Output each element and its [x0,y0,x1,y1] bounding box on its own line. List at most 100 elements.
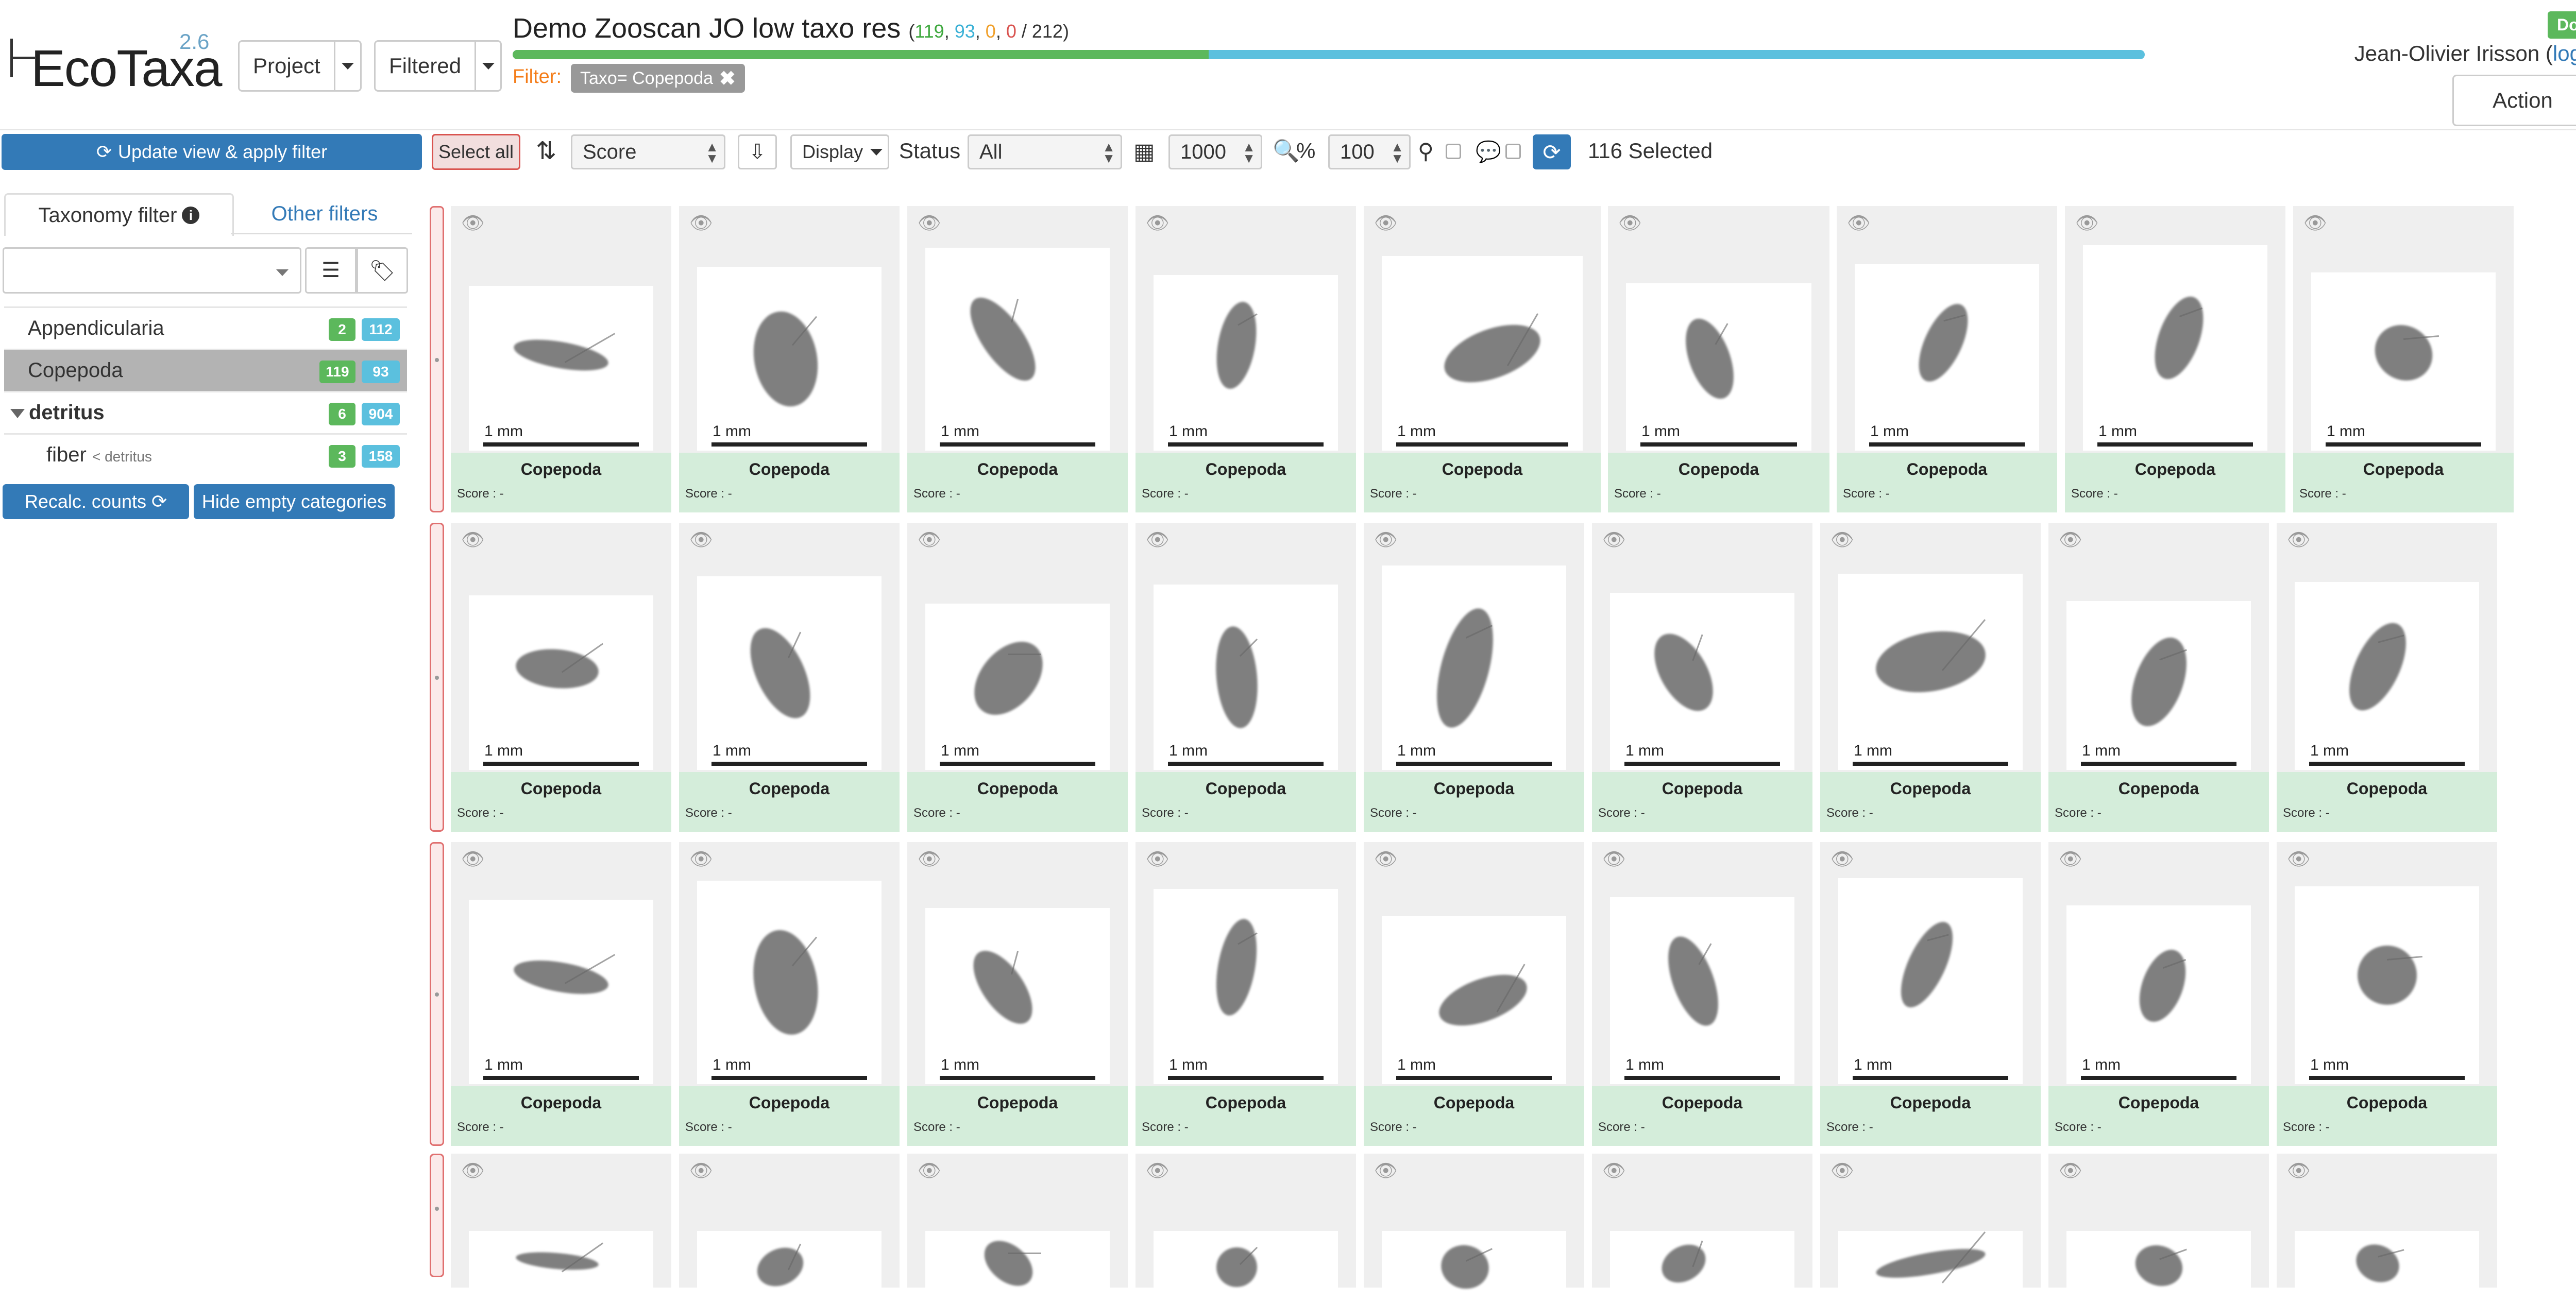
plankton-image[interactable]: 1 mm [697,267,882,451]
eye-icon[interactable]: 👁 [1602,529,1626,551]
page-size-select[interactable]: 1000 ▲ ▼ [1168,134,1262,169]
plankton-image[interactable]: 1 mm [925,908,1110,1084]
eye-icon[interactable]: 👁 [461,1160,485,1181]
plankton-image[interactable] [1382,1231,1566,1303]
filtered-menu-caret[interactable] [474,42,500,90]
eye-icon[interactable]: 👁 [461,529,485,551]
refresh-button[interactable]: ⟳ [1533,134,1571,169]
eye-icon[interactable]: 👁 [2059,848,2082,870]
image-thumbnail-card[interactable]: 👁 1 mm Copepoda Score : - [679,842,900,1146]
filter-chip[interactable]: Taxo= Copepoda ✖ [571,64,745,93]
eye-icon[interactable]: 👁 [2287,529,2311,551]
status-select[interactable]: All ▲ ▼ [968,134,1122,169]
image-thumbnail-card[interactable]: 👁 1 mm Copepoda Score : - [1592,842,1812,1146]
image-thumbnail-card[interactable]: 👁 [2277,1154,2497,1303]
image-thumbnail-card[interactable]: 👁 [1364,1154,1584,1303]
image-thumbnail-card[interactable]: 👁 [1820,1154,2041,1303]
recalc-counts-button[interactable]: Recalc. counts ⟳ [3,484,189,519]
plankton-image[interactable]: 1 mm [2295,582,2479,770]
eye-icon[interactable]: 👁 [1602,1160,1626,1181]
eye-icon[interactable]: 👁 [918,848,941,870]
eye-icon[interactable]: 👁 [689,1160,713,1181]
image-thumbnail-card[interactable]: 👁 1 mm Copepoda Score : - [1592,523,1812,832]
image-thumbnail-card[interactable]: 👁 1 mm Copepoda Score : - [1608,206,1829,512]
plankton-image[interactable]: 1 mm [1610,593,1794,770]
eye-icon[interactable]: 👁 [1146,529,1170,551]
taxon-row-detritus[interactable]: detritus 6 904 [4,391,407,433]
expand-triangle-icon[interactable] [10,409,25,418]
eye-icon[interactable]: 👁 [2287,848,2311,870]
eye-icon[interactable]: 👁 [2075,212,2099,234]
eye-icon[interactable]: 👁 [1374,848,1398,870]
taxonomy-search-select[interactable] [3,247,301,294]
image-thumbnail-card[interactable]: 👁 1 mm Copepoda Score : - [1136,523,1356,832]
row-select-bar[interactable] [430,206,444,512]
plankton-image[interactable]: 1 mm [1382,565,1566,770]
taxon-row-copepoda[interactable]: Copepoda 119 93 [4,349,407,391]
eye-icon[interactable]: 👁 [461,848,485,870]
plankton-image[interactable] [469,1231,653,1303]
eye-icon[interactable]: 👁 [918,1160,941,1181]
plankton-image[interactable]: 1 mm [2295,886,2479,1084]
image-thumbnail-card[interactable]: 👁 1 mm Copepoda Score : - [1820,523,2041,832]
sort-direction-icon[interactable]: ⇅ [536,136,556,165]
plankton-image[interactable] [697,1231,882,1303]
display-menu-button[interactable]: Display [790,134,889,169]
row-select-bar[interactable] [430,842,444,1146]
info-icon[interactable]: i [182,207,200,224]
plankton-image[interactable] [2295,1231,2479,1303]
plankton-image[interactable]: 1 mm [1838,574,2023,770]
eye-icon[interactable]: 👁 [1847,212,1871,234]
image-thumbnail-card[interactable]: 👁 1 mm Copepoda Score : - [451,206,671,512]
action-menu-button[interactable]: Action [2452,75,2576,126]
plankton-image[interactable] [1154,1231,1338,1303]
taxon-row-fiber[interactable]: fiber < detritus 3 158 [4,433,407,475]
eye-icon[interactable]: 👁 [2303,212,2327,234]
hide-empty-categories-button[interactable]: Hide empty categories [194,484,395,519]
image-thumbnail-card[interactable]: 👁 1 mm Copepoda Score : - [1136,842,1356,1146]
eye-icon[interactable]: 👁 [2287,1160,2311,1181]
image-thumbnail-card[interactable]: 👁 1 mm Copepoda Score : - [1364,523,1584,832]
eye-icon[interactable]: 👁 [689,212,713,234]
zoom-select[interactable]: 100 ▲ ▼ [1328,134,1411,169]
eye-icon[interactable]: 👁 [1146,212,1170,234]
image-thumbnail-card[interactable]: 👁 1 mm Copepoda Score : - [451,842,671,1146]
image-thumbnail-card[interactable]: 👁 1 mm Copepoda Score : - [2293,206,2514,512]
eye-icon[interactable]: 👁 [1831,1160,1854,1181]
plankton-image[interactable]: 1 mm [1154,275,1338,451]
image-thumbnail-card[interactable]: 👁 [2048,1154,2269,1303]
plankton-image[interactable]: 1 mm [1154,585,1338,770]
eye-icon[interactable]: 👁 [2059,529,2082,551]
image-thumbnail-card[interactable]: 👁 [907,1154,1128,1303]
row-select-bar[interactable] [430,523,444,832]
project-menu-caret[interactable] [333,42,360,90]
image-thumbnail-card[interactable]: 👁 1 mm Copepoda Score : - [2048,523,2269,832]
plankton-image[interactable]: 1 mm [2066,601,2251,770]
list-view-button[interactable]: ☰ [305,247,357,294]
image-thumbnail-card[interactable]: 👁 1 mm Copepoda Score : - [907,206,1128,512]
image-thumbnail-card[interactable]: 👁 [1592,1154,1812,1303]
plankton-image[interactable] [2066,1231,2251,1303]
eye-icon[interactable]: 👁 [461,212,485,234]
plankton-image[interactable]: 1 mm [469,595,653,770]
plankton-image[interactable]: 1 mm [1610,897,1794,1084]
eye-icon[interactable]: 👁 [1831,848,1854,870]
image-thumbnail-card[interactable]: 👁 [679,1154,900,1303]
update-view-button[interactable]: ⟳ Update view & apply filter [2,134,422,170]
eye-icon[interactable]: 👁 [1374,529,1398,551]
image-thumbnail-card[interactable]: 👁 1 mm Copepoda Score : - [451,523,671,832]
taxon-row-appendicularia[interactable]: Appendicularia 2 112 [4,306,407,349]
image-thumbnail-card[interactable]: 👁 1 mm Copepoda Score : - [1364,206,1601,512]
image-thumbnail-card[interactable]: 👁 1 mm Copepoda Score : - [1364,842,1584,1146]
filtered-menu-button[interactable]: Filtered [374,40,502,92]
plankton-image[interactable]: 1 mm [1626,283,1811,451]
plankton-image[interactable]: 1 mm [925,604,1110,770]
image-thumbnail-card[interactable]: 👁 1 mm Copepoda Score : - [907,842,1128,1146]
plankton-image[interactable]: 1 mm [1855,264,2039,451]
plankton-image[interactable] [1610,1231,1794,1303]
plankton-image[interactable]: 1 mm [1382,256,1583,451]
eye-icon[interactable]: 👁 [1374,212,1398,234]
eye-icon[interactable]: 👁 [1618,212,1642,234]
ecotaxa-logo[interactable]: EcoTaxa 2.6 [10,28,227,100]
image-thumbnail-card[interactable]: 👁 [451,1154,671,1303]
